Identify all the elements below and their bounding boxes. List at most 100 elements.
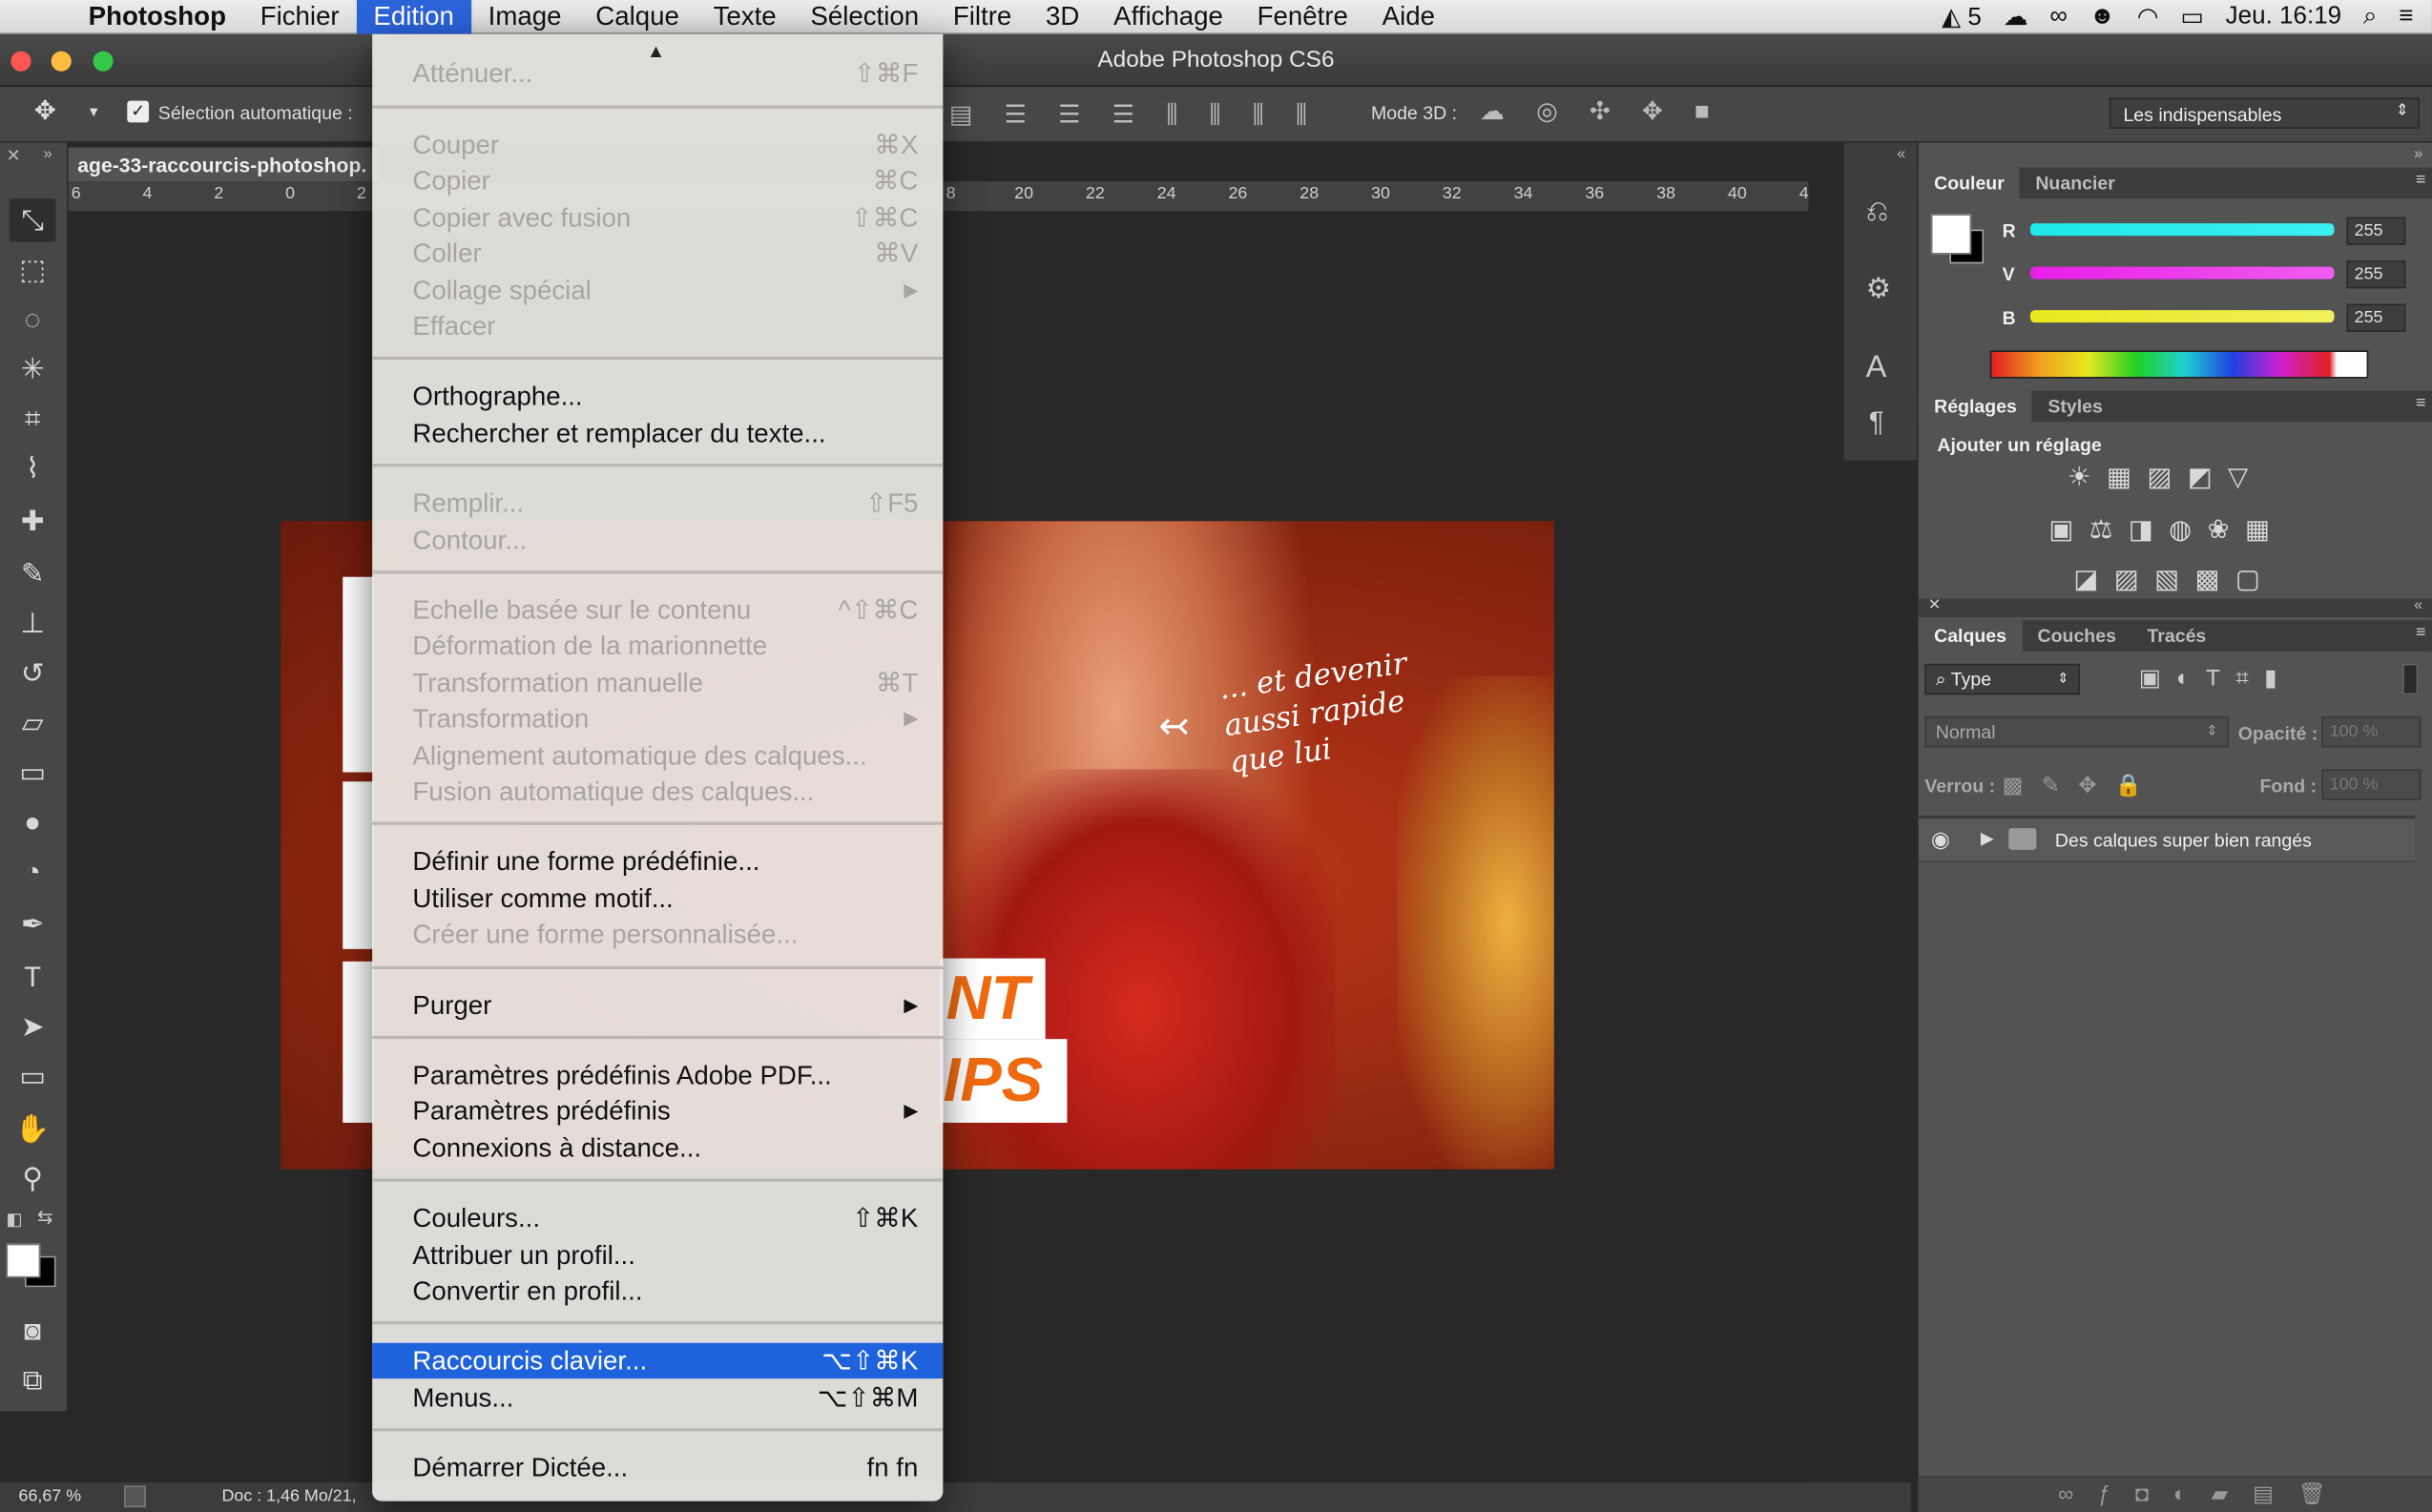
menu-item-collage-spécial[interactable]: Collage spécial ▶ xyxy=(372,272,943,307)
align-icons[interactable]: ▤ ☰ ☰ ☰ ⫼ ⫼ ⫼ ⫼ xyxy=(949,99,1320,131)
menu-item-convertir-en-profil[interactable]: Convertir en profil... xyxy=(372,1274,943,1309)
menubar-item-sélection[interactable]: Sélection xyxy=(794,0,936,33)
layer-row[interactable]: ◉ ▶ Des calques super bien rangés xyxy=(1918,818,2416,862)
properties-panel-icon[interactable]: ⚙ xyxy=(1866,273,1891,305)
fill-field[interactable]: 100 % xyxy=(2321,769,2422,800)
menu-item-echelle-basée-sur-le-contenu[interactable]: Echelle basée sur le contenu ^⇧⌘C xyxy=(372,592,943,628)
pen-tool-icon[interactable]: ✒ xyxy=(10,902,56,946)
menu-item-démarrer-dictée[interactable]: Démarrer Dictée... fn fn xyxy=(372,1450,943,1485)
menu-item-orthographe[interactable]: Orthographe... xyxy=(372,379,943,414)
stamp-tool-icon[interactable]: ⊥ xyxy=(10,602,56,646)
shape-tool-icon[interactable]: ▭ xyxy=(10,1054,56,1098)
menubar-item-fenêtre[interactable]: Fenêtre xyxy=(1240,0,1365,33)
screen-mode-icon[interactable]: ⧉ xyxy=(10,1358,56,1402)
menu-item-paramètres-prédéfinis[interactable]: Paramètres prédéfinis ▶ xyxy=(372,1094,943,1129)
layers-panel-menu-icon[interactable]: ≡ xyxy=(2416,623,2425,642)
adjust-tab-0[interactable]: Réglages xyxy=(1918,390,2033,423)
crop-tool-icon[interactable]: ⌗ xyxy=(10,397,56,441)
channel-slider-b[interactable] xyxy=(2029,310,2335,323)
close-layers-group-icon[interactable]: ✕ xyxy=(1928,597,1942,614)
hand-tool-icon[interactable]: ✋ xyxy=(10,1108,56,1151)
color-fg-swatch[interactable] xyxy=(1930,214,1972,255)
menubar-item-affichage[interactable]: Affichage xyxy=(1096,0,1239,33)
menubar-item-filtre[interactable]: Filtre xyxy=(936,0,1029,33)
menu-item-copier-avec-fusion[interactable]: Copier avec fusion ⇧⌘C xyxy=(372,199,943,235)
adjust-icons-row-3[interactable]: ◪▨▧▩▢ xyxy=(2073,565,2276,596)
path-selection-tool-icon[interactable]: ➤ xyxy=(10,1005,56,1048)
color-tab-0[interactable]: Couleur xyxy=(1918,167,2021,199)
expand-panel-icon[interactable]: » xyxy=(44,146,52,163)
menu-item-paramètres-prédéfinis-adobe-pdf[interactable]: Paramètres prédéfinis Adobe PDF... xyxy=(372,1058,943,1093)
menu-item-contour[interactable]: Contour... xyxy=(372,522,943,557)
menu-item-remplir[interactable]: Remplir... ⇧F5 xyxy=(372,486,943,521)
collapse-strip-icon[interactable]: « xyxy=(1897,146,1905,163)
move-tool-icon[interactable]: ✥ xyxy=(34,96,56,128)
channel-slider-r[interactable] xyxy=(2029,223,2335,237)
spotlight-icon[interactable]: ⌕ xyxy=(2363,3,2378,31)
blur-tool-icon[interactable]: ● xyxy=(10,800,56,844)
menu-item-transformation-manuelle[interactable]: Transformation manuelle ⌘T xyxy=(372,665,943,700)
menu-item-attenuer[interactable]: Atténuer... ⇧⌘F xyxy=(372,54,943,86)
menu-item-raccourcis-clavier[interactable]: Raccourcis clavier... ⌥⇧⌘K xyxy=(372,1343,944,1379)
apple-menu-icon[interactable] xyxy=(0,0,72,33)
layers-tab-1[interactable]: Couches xyxy=(2022,620,2131,652)
default-colors-icon[interactable]: ◧ xyxy=(7,1210,23,1231)
menubar-item-calque[interactable]: Calque xyxy=(578,0,696,33)
history-panel-icon[interactable]: ⎌ xyxy=(1866,196,1888,228)
collapse-panels-icon[interactable]: » xyxy=(2414,146,2422,163)
menu-item-couleurs[interactable]: Couleurs... ⇧⌘K xyxy=(372,1201,943,1236)
collapse-layers-group-icon[interactable]: « xyxy=(2414,597,2422,614)
gradient-tool-icon[interactable]: ▭ xyxy=(10,751,56,795)
face-icon[interactable]: ☻ xyxy=(2089,3,2115,31)
zoom-level[interactable]: 66,67 % xyxy=(19,1487,82,1506)
swap-colors-icon[interactable]: ⇆ xyxy=(37,1207,52,1229)
layer-visibility-eye-icon[interactable]: ◉ xyxy=(1931,826,1950,853)
menubar-item-3d[interactable]: 3D xyxy=(1029,0,1096,33)
paragraph-panel-icon[interactable]: ¶ xyxy=(1869,406,1884,439)
color-panel-menu-icon[interactable]: ≡ xyxy=(2416,171,2425,190)
menu-item-alignement-automatique-des-calques[interactable]: Alignement automatique des calques... xyxy=(372,737,943,773)
eraser-tool-icon[interactable]: ▱ xyxy=(10,701,56,745)
dodge-tool-icon[interactable]: ◔ xyxy=(10,850,56,894)
menubar-item-texte[interactable]: Texte xyxy=(696,0,794,33)
cloud-icon[interactable]: ☁ xyxy=(2004,2,2028,33)
menubar-item-edition[interactable]: Edition xyxy=(356,0,471,33)
lock-icons[interactable]: ▩✎✥🔒 xyxy=(2003,773,2161,799)
menubar-item-fichier[interactable]: Fichier xyxy=(243,0,357,33)
layers-tab-2[interactable]: Tracés xyxy=(2131,620,2221,652)
status-share-icon[interactable] xyxy=(124,1485,146,1508)
move-tool-icon[interactable]: ⤡ xyxy=(9,198,56,242)
menu-item-connexions-à-distance[interactable]: Connexions à distance... xyxy=(372,1130,943,1166)
layer-filter-icons[interactable]: ▣◐T⌗▮ xyxy=(2139,664,2293,692)
layer-filter-select[interactable]: ⌕ Type ⇕ xyxy=(1924,663,2080,695)
eyedropper-tool-icon[interactable]: ⌇ xyxy=(10,446,56,490)
document-tab[interactable]: age-33-raccourcis-photoshop. xyxy=(68,147,379,182)
brush-tool-icon[interactable]: ✎ xyxy=(10,552,56,596)
menu-item-couper[interactable]: Couper ⌘X xyxy=(372,127,943,162)
3d-mode-icons[interactable]: ☁ ◎ ✣ ✥ ■ xyxy=(1480,96,1722,128)
menu-item-utiliser-comme-motif[interactable]: Utiliser comme motif... xyxy=(372,880,943,916)
menubar-item-photoshop[interactable]: Photoshop xyxy=(72,0,243,33)
menu-item-attribuer-un-profil[interactable]: Attribuer un profil... xyxy=(372,1237,943,1273)
menu-item-coller[interactable]: Coller ⌘V xyxy=(372,236,943,271)
foreground-color-swatch[interactable] xyxy=(6,1243,41,1278)
blend-mode-select[interactable]: Normal ⇕ xyxy=(1924,716,2229,748)
channel-value-b[interactable]: 255 xyxy=(2346,303,2406,332)
layers-footer-icons[interactable]: ∞ƒ◘◐▰▤🗑 xyxy=(1918,1476,2432,1512)
character-panel-icon[interactable]: A xyxy=(1866,350,1887,385)
adjust-icons-row-1[interactable]: ☀▦▨◩▽ xyxy=(2068,462,2264,493)
history-brush-tool-icon[interactable]: ↺ xyxy=(10,652,56,695)
menu-item-créer-une-forme-personnalisée[interactable]: Créer une forme personnalisée... xyxy=(372,917,943,952)
menu-item-effacer[interactable]: Effacer xyxy=(372,308,943,343)
zoom-tool-icon[interactable]: ⚲ xyxy=(10,1157,56,1201)
type-tool-icon[interactable]: T xyxy=(10,955,56,999)
healing-brush-tool-icon[interactable]: ✚ xyxy=(10,499,56,543)
channel-slider-v[interactable] xyxy=(2029,266,2335,280)
battery-icon[interactable]: ▭ xyxy=(2180,2,2204,33)
filter-toggle[interactable] xyxy=(2402,663,2419,695)
adobe-status-icon[interactable]: ◭ 5 xyxy=(1942,2,1982,33)
channel-value-v[interactable]: 255 xyxy=(2346,260,2406,289)
menu-item-copier[interactable]: Copier ⌘C xyxy=(372,163,943,198)
adjust-panel-menu-icon[interactable]: ≡ xyxy=(2416,394,2425,413)
close-panel-icon[interactable]: ✕ xyxy=(7,146,21,166)
